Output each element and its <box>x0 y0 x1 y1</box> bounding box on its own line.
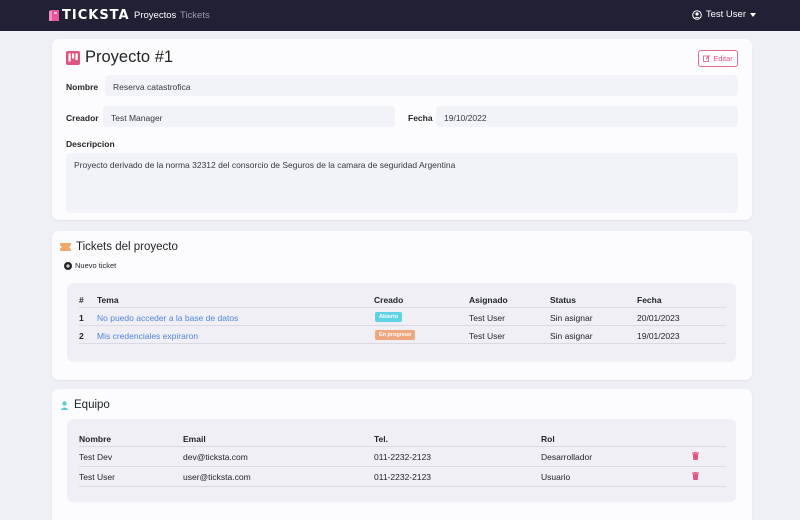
member-nombre: Test User <box>79 472 115 482</box>
member-rol: Usuario <box>541 472 571 482</box>
member-nombre: Test Dev <box>79 452 113 462</box>
col-header-nombre: Nombre <box>79 434 112 444</box>
top-navbar: TICKSTA Proyectos Tickets Test User <box>0 0 800 31</box>
project-card: Proyecto #1 Editar Nombre Reserva catast… <box>52 39 752 220</box>
member-rol: Desarrollador <box>541 452 593 462</box>
team-table-header: Nombre Email Tel. Rol <box>79 429 726 447</box>
table-row[interactable]: Test Dev dev@ticksta.com 011-2232-2123 D… <box>79 447 726 467</box>
ticket-status: Sin asignar <box>550 313 593 323</box>
team-title-text: Equipo <box>74 399 110 411</box>
member-email: user@ticksta.com <box>183 472 251 482</box>
col-header-rol: Rol <box>541 434 555 444</box>
tickets-title: Tickets del proyecto <box>60 241 178 253</box>
team-card: Equipo Nombre Email Tel. Rol Test Dev de… <box>52 389 752 520</box>
project-title: Proyecto #1 <box>66 48 173 67</box>
nombre-field[interactable]: Reserva catastrofica <box>105 75 738 96</box>
col-header-fecha: Fecha <box>637 295 662 305</box>
member-tel: 011-2232-2123 <box>374 472 432 482</box>
edit-button[interactable]: Editar <box>698 50 738 67</box>
team-table: Nombre Email Tel. Rol Test Dev dev@ticks… <box>67 419 736 502</box>
ticket-num: 2 <box>79 331 84 341</box>
col-header-num: # <box>79 295 84 305</box>
person-icon <box>60 400 69 410</box>
ticket-fecha: 19/01/2023 <box>637 331 680 341</box>
project-title-text: Proyecto #1 <box>85 48 174 66</box>
descripcion-label: Descripcion <box>66 139 115 149</box>
col-header-email: Email <box>183 434 206 444</box>
ticket-logo-icon <box>49 9 59 21</box>
fecha-label: Fecha <box>408 113 433 123</box>
table-row[interactable]: 1 No puedo acceder a la base de datos Ab… <box>79 308 726 326</box>
ticket-asignado: Test User <box>469 313 505 323</box>
ticket-fecha: 20/01/2023 <box>637 313 680 323</box>
user-menu[interactable]: Test User <box>692 9 756 20</box>
plus-circle-icon <box>64 261 72 270</box>
descripcion-field[interactable]: Proyecto derivado de la norma 32312 del … <box>66 153 738 213</box>
table-row[interactable]: Test User user@ticksta.com 011-2232-2123… <box>79 467 726 487</box>
pencil-square-icon <box>703 55 711 62</box>
ticket-tema-link[interactable]: No puedo acceder a la base de datos <box>97 313 238 323</box>
tickets-table-header: # Tema Creado Asignado Status Fecha <box>79 290 726 308</box>
member-email: dev@ticksta.com <box>183 452 248 462</box>
caret-down-icon <box>750 12 756 17</box>
new-ticket-button[interactable]: Nuevo ticket <box>64 261 116 270</box>
kanban-board-icon <box>66 50 80 65</box>
creador-field[interactable]: Test Manager <box>103 106 395 127</box>
col-header-status: Status <box>550 295 576 305</box>
trash-icon[interactable] <box>692 472 699 480</box>
creador-label: Creador <box>66 113 99 123</box>
brand-logo[interactable]: TICKSTA <box>48 7 130 23</box>
ticket-asignado: Test User <box>469 331 505 341</box>
nombre-label: Nombre <box>66 82 99 92</box>
ticket-icon <box>60 243 71 251</box>
edit-label: Editar <box>713 54 733 63</box>
tickets-card: Tickets del proyecto Nuevo ticket # Tema… <box>52 231 752 380</box>
trash-icon[interactable] <box>692 452 699 460</box>
col-header-tel: Tel. <box>374 434 389 444</box>
ticket-tema-link[interactable]: Mis credenciales expiraron <box>97 331 198 341</box>
status-badge: Abierto <box>375 312 403 322</box>
user-name: Test User <box>705 9 746 20</box>
tickets-table: # Tema Creado Asignado Status Fecha 1 No… <box>67 283 736 362</box>
table-row[interactable]: 2 Mis credenciales expiraron En progreso… <box>79 326 726 344</box>
ticket-num: 1 <box>79 313 84 323</box>
nav-link-proyectos[interactable]: Proyectos <box>134 10 176 21</box>
fecha-field[interactable]: 19/10/2022 <box>436 106 738 127</box>
team-title: Equipo <box>60 399 110 411</box>
user-circle-icon <box>692 9 702 20</box>
brand-name: TICKSTA <box>62 7 130 23</box>
new-ticket-label: Nuevo ticket <box>75 261 117 270</box>
status-badge: En progreso <box>375 330 416 340</box>
ticket-status: Sin asignar <box>550 331 593 341</box>
col-header-creado: Creado <box>374 295 404 305</box>
col-header-tema: Tema <box>97 295 119 305</box>
col-header-asignado: Asignado <box>469 295 508 305</box>
tickets-title-text: Tickets del proyecto <box>76 241 178 253</box>
member-tel: 011-2232-2123 <box>374 452 432 462</box>
nav-link-tickets[interactable]: Tickets <box>180 10 210 21</box>
